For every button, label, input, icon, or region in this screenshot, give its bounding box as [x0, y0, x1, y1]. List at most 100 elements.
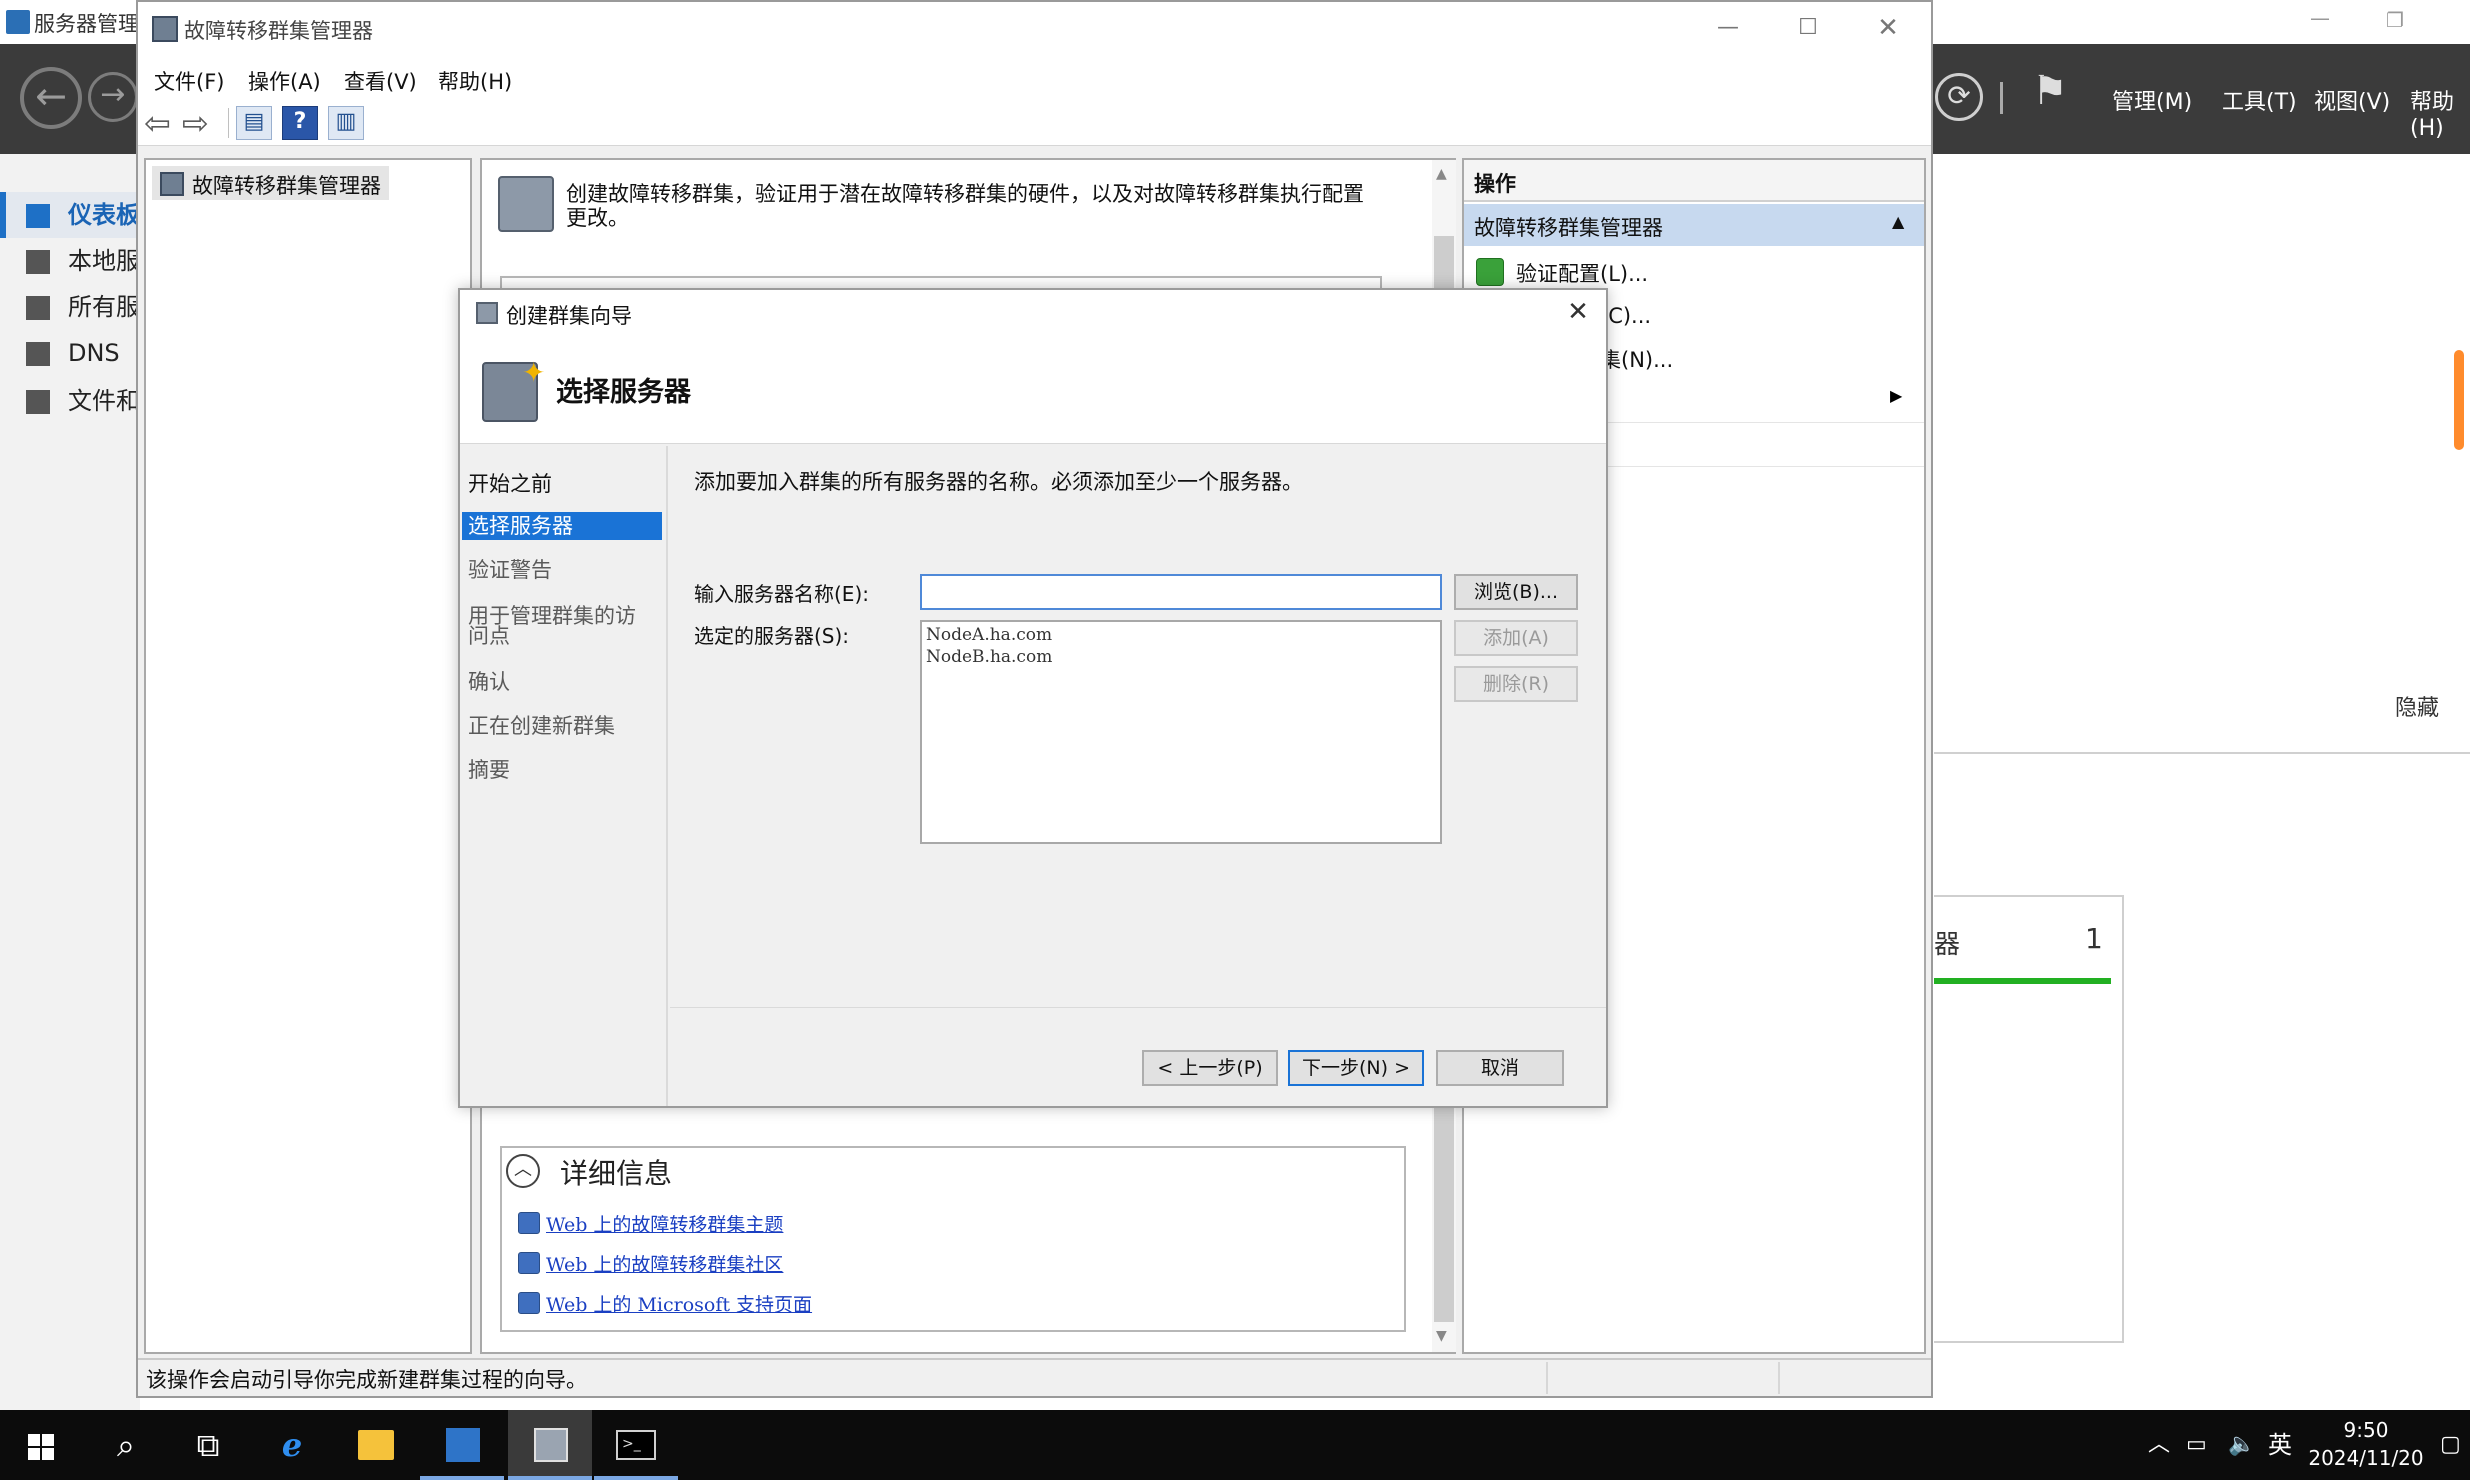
wizard-step-select-servers[interactable]: 选择服务器: [462, 512, 662, 540]
scroll-down-icon[interactable]: ▼: [1436, 1328, 1447, 1344]
server-manager-scroll-indicator[interactable]: [2454, 350, 2464, 450]
input-method-indicator[interactable]: 英: [2268, 1410, 2292, 1480]
menu-tools[interactable]: 工具(T): [2222, 84, 2297, 116]
menu-view[interactable]: 视图(V): [2314, 84, 2390, 116]
actions-section-header[interactable]: 故障转移群集管理器 ▲: [1464, 204, 1924, 246]
list-item[interactable]: NodeB.ha.com: [926, 646, 1436, 668]
collapse-caret-icon[interactable]: ▲: [1892, 212, 1904, 231]
fcm-close-button[interactable]: ✕: [1868, 8, 1908, 48]
folder-icon: [358, 1430, 394, 1460]
back-arrow-icon[interactable]: ←: [20, 67, 82, 129]
remove-button[interactable]: 删除(R): [1454, 666, 1578, 702]
nav-item-local-server[interactable]: 本地服务器: [0, 238, 140, 284]
details-title: 详细信息: [560, 1157, 673, 1190]
menu-file[interactable]: 文件(F): [154, 66, 224, 96]
nav-item-file-storage[interactable]: 文件和存储服务: [0, 378, 140, 424]
notifications-flag-icon[interactable]: ⚑: [2032, 68, 2068, 114]
browse-button[interactable]: 浏览(B)...: [1454, 574, 1578, 610]
file-explorer-icon[interactable]: [334, 1410, 418, 1480]
command-prompt-taskbar-icon[interactable]: >_: [594, 1410, 678, 1480]
menu-help[interactable]: 帮助(H): [2410, 84, 2470, 141]
search-icon[interactable]: ⌕: [84, 1410, 168, 1480]
wizard-close-button[interactable]: ✕: [1560, 294, 1596, 330]
nav-item-dashboard[interactable]: 仪表板: [0, 192, 140, 238]
selected-servers-list[interactable]: NodeA.ha.com NodeB.ha.com: [920, 620, 1442, 844]
wizard-step-creating-cluster: 正在创建新群集: [468, 714, 615, 738]
fcm-toolbar: ⇦ ⇨ ▤ ? ▥: [138, 98, 1931, 146]
taskbar: ⌕ ⧉ e >_: [0, 1410, 2470, 1480]
show-hide-action-pane-icon[interactable]: ▥: [328, 106, 364, 140]
server-manager-icon: [446, 1428, 480, 1462]
menu-action[interactable]: 操作(A): [248, 66, 321, 96]
roles-tile-status-bar: [1934, 978, 2111, 984]
selected-servers-label: 选定的服务器(S):: [694, 624, 850, 648]
wizard-instruction: 添加要加入群集的所有服务器的名称。必须添加至少一个服务器。: [694, 470, 1303, 494]
hide-link[interactable]: 隐藏: [2395, 690, 2439, 722]
wizard-page-heading: 选择服务器: [556, 377, 691, 408]
internet-explorer-icon[interactable]: e: [250, 1410, 334, 1480]
menu-manage[interactable]: 管理(M): [2112, 84, 2192, 116]
system-clock[interactable]: 9:50 2024/11/20: [2306, 1416, 2426, 1472]
nav-item-dns[interactable]: DNS: [0, 330, 140, 376]
local-server-icon: [26, 250, 50, 274]
task-view-icon[interactable]: ⧉: [166, 1410, 250, 1480]
wizard-steps: 开始之前 选择服务器 验证警告 用于管理群集的访问点 确认 正在创建新群集 摘要: [460, 446, 668, 1106]
roles-tile-label: 器: [1934, 930, 1961, 960]
server-name-input[interactable]: [920, 574, 1442, 610]
toolbar-back-icon[interactable]: ⇦: [144, 104, 171, 142]
clock-time: 9:50: [2343, 1418, 2389, 1442]
scroll-up-icon[interactable]: ▲: [1436, 166, 1447, 182]
forward-arrow-icon[interactable]: →: [88, 72, 138, 122]
start-button[interactable]: [0, 1410, 84, 1480]
menu-view[interactable]: 查看(V): [344, 66, 417, 96]
actions-header: 操作: [1464, 160, 1924, 202]
collapse-chevron-icon[interactable]: ︿: [506, 1154, 540, 1188]
show-hidden-icons-chevron-icon[interactable]: ︿: [2148, 1410, 2170, 1480]
server-manager-app-icon: [6, 10, 30, 34]
fcm-minimize-button[interactable]: —: [1708, 8, 1748, 48]
previous-button[interactable]: < 上一步(P): [1142, 1050, 1278, 1086]
server-name-label: 输入服务器名称(E):: [694, 582, 869, 606]
volume-muted-icon[interactable]: 🔈: [2228, 1410, 2255, 1480]
section-divider: [1934, 752, 2470, 754]
fcm-maximize-button[interactable]: ☐: [1788, 8, 1828, 48]
link-microsoft-support[interactable]: Web 上的 Microsoft 支持页面: [546, 1290, 812, 1317]
wizard-step-access-point: 用于管理群集的访问点: [468, 604, 636, 648]
submenu-arrow-icon[interactable]: ▶: [1890, 386, 1902, 405]
center-description: 创建故障转移群集，验证用于潜在故障转移群集的硬件，以及对故障转移群集执行配置更改…: [566, 182, 1364, 230]
new-star-icon: ✦: [522, 356, 546, 389]
fcm-titlebar: 故障转移群集管理器 — ☐ ✕: [138, 2, 1931, 58]
wizard-step-before-you-begin[interactable]: 开始之前: [462, 470, 662, 498]
list-item[interactable]: NodeA.ha.com: [926, 624, 1436, 646]
wizard-titlebar: 创建群集向导 ✕: [460, 290, 1606, 334]
cluster-manager-icon: [160, 172, 184, 196]
file-storage-icon: [26, 390, 50, 414]
cancel-button[interactable]: 取消: [1436, 1050, 1564, 1086]
status-bar: 该操作会启动引导你完成新建群集过程的向导。: [138, 1358, 1931, 1396]
notification-center-icon[interactable]: ▢: [2440, 1410, 2461, 1480]
fcm-menubar: 文件(F) 操作(A) 查看(V) 帮助(H): [138, 58, 1931, 98]
nav-item-all-servers[interactable]: 所有服务器: [0, 284, 140, 330]
link-failover-cluster-community[interactable]: Web 上的故障转移群集社区: [546, 1250, 783, 1277]
toolbar-forward-icon[interactable]: ⇨: [182, 104, 209, 142]
web-link-icon: [518, 1292, 540, 1314]
action-validate-configuration[interactable]: 验证配置(L)...: [1516, 258, 1648, 288]
help-icon[interactable]: ?: [282, 106, 318, 140]
refresh-icon[interactable]: ⟳: [1935, 73, 1983, 121]
next-button[interactable]: 下一步(N) >: [1288, 1050, 1424, 1086]
command-prompt-icon: >_: [616, 1430, 656, 1460]
roles-tile[interactable]: [1934, 895, 2124, 1343]
cluster-manager-taskbar-icon[interactable]: [508, 1410, 592, 1480]
wizard-step-confirmation: 确认: [468, 670, 510, 694]
server-manager-taskbar-icon[interactable]: [420, 1410, 504, 1480]
show-hide-tree-icon[interactable]: ▤: [236, 106, 272, 140]
add-button[interactable]: 添加(A): [1454, 620, 1578, 656]
network-icon[interactable]: ▭: [2186, 1410, 2207, 1480]
server-manager-restore-button[interactable]: ❐: [2375, 0, 2415, 40]
tree-item-failover-cluster-manager[interactable]: 故障转移群集管理器: [152, 166, 389, 200]
wizard-header: ✦ 选择服务器: [460, 334, 1606, 444]
server-manager-minimize-button[interactable]: —: [2300, 0, 2340, 40]
menu-help[interactable]: 帮助(H): [438, 66, 512, 96]
link-failover-cluster-topics[interactable]: Web 上的故障转移群集主题: [546, 1210, 783, 1237]
status-separator: [1546, 1362, 1548, 1394]
